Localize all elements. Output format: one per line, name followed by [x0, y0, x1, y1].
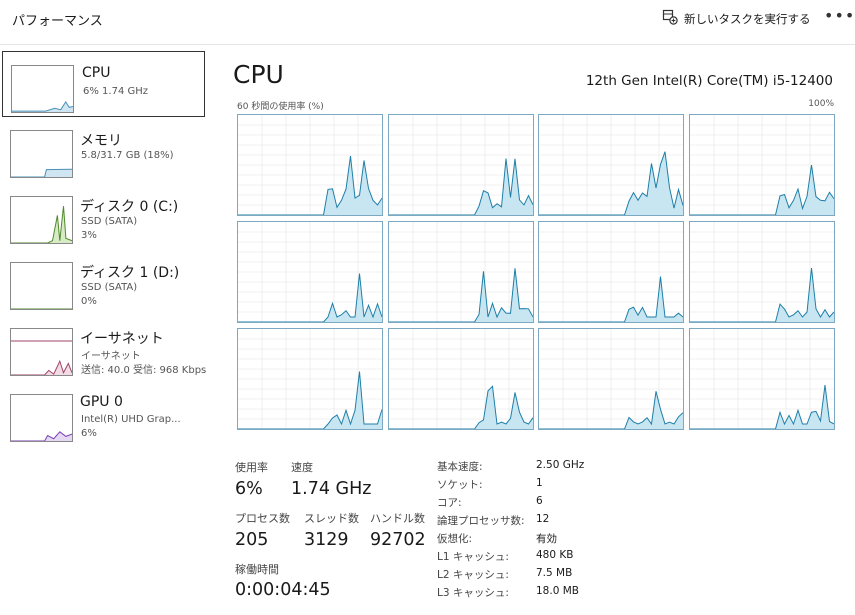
- sidebar-item-detail: 6% 1.74 GHz: [83, 86, 149, 97]
- graph-area-fill: [11, 169, 72, 177]
- graph-area-fill: [11, 361, 72, 375]
- logical-processor-graph: [388, 114, 534, 216]
- uptime-label: 稼働時間: [235, 563, 279, 576]
- spec-value: 6: [536, 495, 543, 507]
- sidebar-item-detail: SSD (SATA): [81, 282, 138, 293]
- logical-processor-graph: [689, 114, 835, 216]
- spec-value: 18.0 MB: [536, 585, 579, 597]
- spec-label: 仮想化:: [437, 533, 473, 545]
- spec-value: 2.50 GHz: [536, 459, 585, 471]
- sidebar-item-label: GPU 0: [80, 394, 123, 410]
- spec-label: 基本速度:: [437, 461, 483, 473]
- threads-label: スレッド数: [304, 512, 359, 525]
- new-task-icon: [662, 9, 678, 28]
- sidebar-item-label: ディスク 0 (C:): [80, 199, 179, 215]
- sidebar-item-detail: 6%: [81, 428, 97, 439]
- sidebar-item-cpu[interactable]: CPU 6% 1.74 GHz: [2, 51, 205, 117]
- processes-value: 205: [235, 530, 269, 550]
- speed-label: 速度: [291, 461, 313, 474]
- graph-max-label: 100%: [808, 99, 834, 109]
- speed-value: 1.74 GHz: [291, 479, 372, 499]
- logical-processor-graph: [538, 221, 684, 323]
- spec-value: 7.5 MB: [536, 567, 573, 579]
- spec-value: 有効: [536, 533, 557, 545]
- sidebar-item-label: メモリ: [80, 133, 122, 149]
- logical-processor-graph: [237, 221, 383, 323]
- spec-value: 12: [536, 513, 550, 525]
- spec-label: L2 キャッシュ:: [437, 569, 509, 581]
- top-bar: パフォーマンス 新しいタスクを実行する •••: [0, 0, 855, 45]
- sidebar-item-label: CPU: [82, 65, 111, 81]
- usage-label: 使用率: [235, 461, 268, 474]
- handles-label: ハンドル数: [370, 512, 425, 525]
- usage-value: 6%: [235, 479, 263, 499]
- sidebar-item-detail: イーサネット: [81, 351, 141, 362]
- logical-processor-graph: [538, 114, 684, 216]
- logical-processor-graph: [237, 114, 383, 216]
- ethernet-thumbnail-graph: [10, 328, 73, 376]
- gpu-0-thumbnail-graph: [10, 394, 73, 442]
- sidebar-item-gpu-0[interactable]: GPU 0 Intel(R) UHD Grap... 6%: [0, 380, 208, 446]
- logical-processor-graphs: [237, 114, 835, 434]
- spec-value: 480 KB: [536, 549, 574, 561]
- sidebar-item-detail: 5.8/31.7 GB (18%): [81, 150, 174, 161]
- spec-value: 1: [536, 477, 543, 489]
- more-options-button[interactable]: •••: [824, 6, 855, 25]
- logical-processor-graph: [237, 328, 383, 430]
- graph-area-fill: [12, 101, 73, 112]
- sidebar-item-detail: 3%: [81, 230, 97, 241]
- resource-title: CPU: [233, 60, 284, 89]
- sidebar-item-disk-0[interactable]: ディスク 0 (C:) SSD (SATA) 3%: [0, 182, 208, 248]
- new-task-button[interactable]: 新しいタスクを実行する: [662, 9, 811, 28]
- sidebar-item-detail: 0%: [81, 296, 97, 307]
- sidebar-item-label: イーサネット: [80, 331, 164, 347]
- processor-model: 12th Gen Intel(R) Core(TM) i5-12400: [585, 73, 833, 89]
- cpu-thumbnail-graph: [11, 65, 74, 113]
- sidebar-item-memory[interactable]: メモリ 5.8/31.7 GB (18%): [0, 116, 208, 182]
- spec-label: L3 キャッシュ:: [437, 587, 509, 599]
- spec-label: ソケット:: [437, 479, 483, 491]
- memory-thumbnail-graph: [10, 130, 73, 178]
- sidebar-item-label: ディスク 1 (D:): [80, 265, 180, 281]
- sidebar-item-detail: SSD (SATA): [81, 216, 138, 227]
- uptime-value: 0:00:04:45: [235, 580, 331, 600]
- spec-label: 論理プロセッサ数:: [437, 515, 525, 527]
- disk-0-thumbnail-graph: [10, 196, 73, 244]
- logical-processor-graph: [538, 328, 684, 430]
- logical-processor-graph: [689, 221, 835, 323]
- processes-label: プロセス数: [235, 512, 290, 525]
- sidebar-item-detail: 送信: 40.0 受信: 968 Kbps: [81, 365, 207, 376]
- graph-caption: 60 秒間の使用率 (%): [237, 102, 324, 112]
- disk-1-thumbnail-graph: [10, 262, 73, 310]
- sidebar-item-disk-1[interactable]: ディスク 1 (D:) SSD (SATA) 0%: [0, 248, 208, 314]
- sidebar-item-ethernet[interactable]: イーサネット イーサネット 送信: 40.0 受信: 968 Kbps: [0, 314, 208, 380]
- logical-processor-graph: [388, 221, 534, 323]
- logical-processor-graph: [388, 328, 534, 430]
- handles-value: 92702: [370, 530, 426, 550]
- spec-label: L1 キャッシュ:: [437, 551, 509, 563]
- threads-value: 3129: [304, 530, 349, 550]
- sidebar-item-detail: Intel(R) UHD Grap...: [81, 414, 181, 425]
- logical-processor-graph: [689, 328, 835, 430]
- new-task-label: 新しいタスクを実行する: [684, 11, 811, 26]
- page-title: パフォーマンス: [12, 14, 103, 29]
- graph-area-fill: [11, 431, 72, 441]
- spec-label: コア:: [437, 497, 462, 509]
